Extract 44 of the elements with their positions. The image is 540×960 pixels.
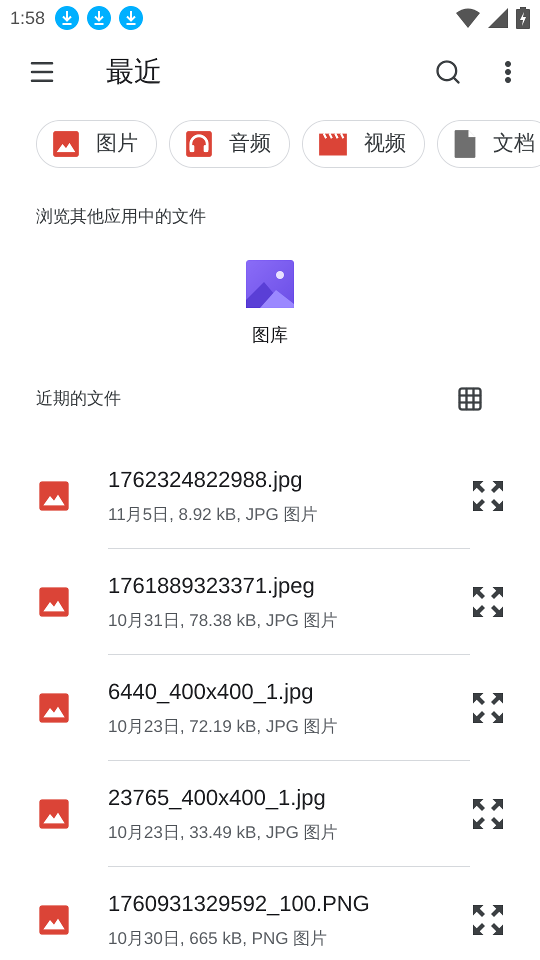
- file-name: 23765_400x400_1.jpg: [108, 784, 327, 812]
- file-row[interactable]: 6440_400x400_1.jpg 10月23日, 72.19 kB, JPG 图片: [0, 654, 540, 760]
- file-name: 1760931329592_100.PNG: [108, 890, 371, 918]
- app-bar-title: 最近: [106, 55, 163, 89]
- filter-chip[interactable]: 文档: [437, 120, 540, 168]
- image-icon: [38, 480, 70, 512]
- image-icon: [52, 130, 80, 158]
- file-row[interactable]: 23765_400x400_1.jpg 10月23日, 33.49 kB, JPG 图片: [0, 760, 540, 866]
- filter-chip[interactable]: 图片: [36, 120, 157, 168]
- battery-icon: [516, 7, 530, 29]
- file-name: 6440_400x400_1.jpg: [108, 678, 315, 706]
- clapperboard-icon: [318, 131, 348, 157]
- file-row[interactable]: 1760931329592_100.PNG 10月30日, 665 kB, PNG 图片: [0, 866, 540, 960]
- file-details: 10月23日, 33.49 kB, JPG 图片: [108, 822, 339, 844]
- file-row[interactable]: 1761889323371.jpeg 10月31日, 78.38 kB, JPG 图片: [0, 548, 540, 654]
- document-icon: [453, 129, 477, 159]
- file-details: 11月5日, 8.92 kB, JPG 图片: [108, 504, 318, 526]
- file-details: 10月30日, 665 kB, PNG 图片: [108, 928, 328, 950]
- grid-view-button[interactable]: [456, 384, 484, 412]
- download-icon: [87, 6, 112, 30]
- filter-chip[interactable]: 视频: [302, 120, 425, 168]
- more-options-icon: [504, 60, 512, 84]
- browse-section-heading: 浏览其他应用中的文件: [35, 206, 207, 228]
- file-row[interactable]: 1762324822988.jpg 11月5日, 8.92 kB, JPG 图片: [0, 442, 540, 548]
- download-icon: [119, 6, 144, 30]
- wifi-icon: [456, 8, 480, 28]
- signal-icon: [488, 8, 508, 28]
- image-icon: [38, 798, 70, 830]
- status-time: 1:58: [10, 6, 46, 30]
- file-details: 10月31日, 78.38 kB, JPG 图片: [108, 610, 339, 632]
- grid-view-icon: [456, 384, 484, 412]
- search-icon: [434, 58, 462, 86]
- image-icon: [38, 904, 70, 936]
- image-icon: [38, 586, 70, 618]
- recent-section-heading: 近期的文件: [36, 388, 122, 410]
- headphones-icon: [185, 130, 213, 158]
- filter-chip[interactable]: 音频: [169, 120, 290, 168]
- download-icon: [55, 6, 80, 30]
- image-icon: [38, 692, 70, 724]
- gallery-app-button[interactable]: 图库: [246, 260, 294, 348]
- file-name: 1761889323371.jpeg: [108, 572, 316, 600]
- file-details: 10月23日, 72.19 kB, JPG 图片: [108, 716, 339, 738]
- gallery-icon: [246, 260, 294, 308]
- file-name: 1762324822988.jpg: [108, 466, 304, 494]
